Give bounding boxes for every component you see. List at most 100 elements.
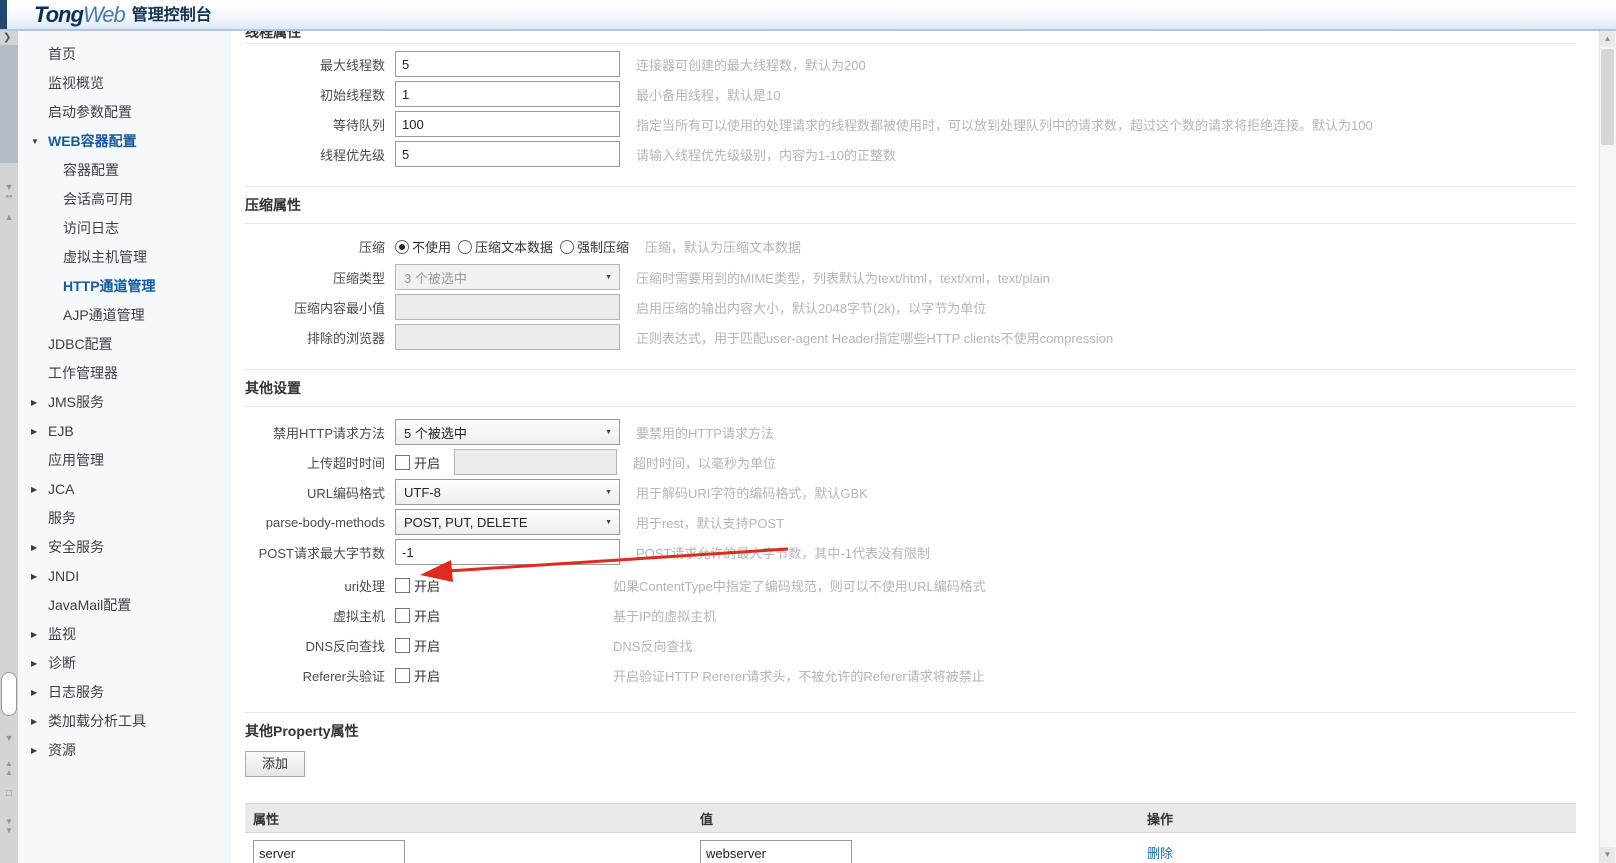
expand-panel-icon[interactable]: ❯	[3, 32, 11, 43]
restore-box-icon[interactable]: □	[0, 789, 18, 798]
other-settings-section: 禁用HTTP请求方法 5 个被选中▼ 要禁用的HTTP请求方法 上传超时时间 开…	[245, 419, 1600, 688]
splitter-handle[interactable]	[1, 672, 17, 716]
sidebar-item-web-container-config[interactable]: ▼WEB容器配置	[18, 127, 229, 156]
max-threads-input[interactable]	[395, 51, 620, 77]
sidebar-item-home[interactable]: 首页	[18, 40, 229, 69]
post-max-bytes-input[interactable]	[395, 539, 620, 565]
radio-option-force[interactable]: 强制压缩	[560, 237, 629, 256]
add-property-button[interactable]: 添加	[245, 751, 305, 777]
uri-handle-checkbox[interactable]	[395, 578, 410, 593]
sidebar-item-jca[interactable]: ▶JCA	[18, 475, 229, 504]
sidebar-item-app-mgmt[interactable]: 应用管理	[18, 446, 229, 475]
sidebar-item-javamail-config[interactable]: JavaMail配置	[18, 591, 229, 620]
sidebar-item-startup-params[interactable]: 启动参数配置	[18, 98, 229, 127]
dock-panel-icon[interactable]: ▼▪▪	[0, 183, 18, 201]
sidebar-item-container-config[interactable]: 容器配置	[18, 156, 229, 185]
checkbox-label: 开启	[414, 636, 440, 655]
field-hint: 正则表达式，用于匹配user-agent Header指定哪些HTTP clie…	[636, 328, 1113, 347]
compression-min-size-input	[395, 294, 620, 320]
checkbox-label: 开启	[414, 666, 440, 685]
parse-body-methods-select[interactable]: POST, PUT, DELETE▼	[395, 509, 620, 535]
chevron-right-icon: ▶	[31, 736, 37, 765]
double-up-icon[interactable]: ▲▲	[0, 759, 18, 777]
property-name-input[interactable]	[253, 840, 405, 863]
sidebar-item-resource[interactable]: ▶资源	[18, 736, 229, 765]
sidebar-item-http-channel-mgmt[interactable]: HTTP通道管理	[18, 272, 229, 301]
form-row-parse-body-methods: parse-body-methods POST, PUT, DELETE▼ 用于…	[245, 509, 1600, 535]
sidebar-item-jms-service[interactable]: ▶JMS服务	[18, 388, 229, 417]
checkbox-label: 开启	[414, 576, 440, 595]
field-label: 初始线程数	[245, 85, 395, 104]
dropdown-arrow-icon: ▼	[605, 274, 612, 281]
dropdown-arrow-icon: ▼	[605, 429, 612, 436]
field-hint: 启用压缩的输出内容大小，默认2048字节(2k)，以字节为单位	[636, 298, 986, 317]
form-row-dns-lookup: DNS反向查找 开启 DNS反向查找	[245, 632, 1600, 658]
sidebar-item-access-log[interactable]: 访问日志	[18, 214, 229, 243]
scrollbar-up-icon[interactable]: ▲	[1600, 31, 1615, 47]
sidebar-item-ejb[interactable]: ▶EJB	[18, 417, 229, 446]
form-row-excluded-browsers: 排除的浏览器 正则表达式，用于匹配user-agent Header指定哪些HT…	[245, 324, 1600, 350]
scroll-up-icon[interactable]: ▲	[0, 213, 18, 222]
field-hint: 最小备用线程，默认是10	[636, 85, 780, 104]
form-row-referer-check: Referer头验证 开启 开启验证HTTP Rererer请求头，不被允许的R…	[245, 662, 1600, 688]
url-encoding-select[interactable]: UTF-8▼	[395, 479, 620, 505]
logo-web: Web	[83, 2, 125, 27]
field-label: DNS反向查找	[245, 636, 395, 655]
field-hint: 超时时间，以毫秒为单位	[633, 453, 776, 472]
sidebar-item-security-service[interactable]: ▶安全服务	[18, 533, 229, 562]
sidebar-item-monitor[interactable]: ▶监视	[18, 620, 229, 649]
form-row-compression-min: 压缩内容最小值 启用压缩的输出内容大小，默认2048字节(2k)，以字节为单位	[245, 294, 1600, 320]
field-label: 禁用HTTP请求方法	[245, 423, 395, 442]
dropdown-arrow-icon: ▼	[605, 519, 612, 526]
field-hint: 压缩，默认为压缩文本数据	[645, 237, 801, 256]
chevron-right-icon: ▶	[31, 620, 37, 649]
field-hint: 开启验证HTTP Rererer请求头，不被允许的Referer请求将被禁止	[613, 666, 985, 685]
sidebar-item-work-manager[interactable]: 工作管理器	[18, 359, 229, 388]
field-label: 压缩类型	[245, 268, 395, 287]
field-hint: 连接器可创建的最大线程数，默认为200	[636, 55, 866, 74]
left-tool-strip: ❯ ▼▪▪ ▲ ▼ ▲▲ □ ▼▼	[0, 31, 18, 863]
init-threads-input[interactable]	[395, 81, 620, 107]
field-label: 压缩内容最小值	[245, 298, 395, 317]
radio-icon[interactable]	[560, 240, 574, 254]
form-row-url-encoding: URL编码格式 UTF-8▼ 用于解码URI字符的编码格式，默认GBK	[245, 479, 1600, 505]
sidebar-item-ajp-channel-mgmt[interactable]: AJP通道管理	[18, 301, 229, 330]
other-settings-section-title: 其他设置	[245, 369, 1576, 407]
scrollbar-thumb[interactable]	[1601, 49, 1614, 145]
sidebar-item-service[interactable]: 服务	[18, 504, 229, 533]
disabled-http-methods-select[interactable]: 5 个被选中▼	[395, 419, 620, 445]
chevron-right-icon: ▶	[31, 649, 37, 678]
scrollbar-down-icon[interactable]: ▼	[1600, 847, 1615, 863]
collapse-down-icon[interactable]: ▼	[0, 734, 18, 743]
property-value-input[interactable]	[700, 840, 852, 863]
radio-icon[interactable]	[458, 240, 472, 254]
sidebar-item-diagnosis[interactable]: ▶诊断	[18, 649, 229, 678]
delete-link[interactable]: 删除	[1147, 846, 1173, 861]
upload-timeout-checkbox[interactable]	[395, 455, 410, 470]
sidebar-item-monitor-overview[interactable]: 监视概览	[18, 69, 229, 98]
double-down-icon[interactable]: ▼▼	[0, 817, 18, 835]
sidebar-item-jndi[interactable]: ▶JNDI	[18, 562, 229, 591]
form-row-post-max-bytes: POST请求最大字节数 POST请求允许的最大字节数，其中-1代表没有限制	[245, 539, 1600, 565]
field-label: POST请求最大字节数	[245, 543, 395, 562]
chevron-right-icon: ▶	[31, 562, 37, 591]
column-header-action: 操作	[1147, 809, 1576, 828]
chevron-right-icon: ▶	[31, 533, 37, 562]
chevron-down-icon: ▼	[31, 127, 39, 156]
sidebar-item-classloader-tool[interactable]: ▶类加载分析工具	[18, 707, 229, 736]
vhost-checkbox[interactable]	[395, 608, 410, 623]
wait-queue-input[interactable]	[395, 111, 620, 137]
vertical-scrollbar[interactable]: ▲ ▼	[1599, 31, 1616, 863]
sidebar-item-log-service[interactable]: ▶日志服务	[18, 678, 229, 707]
radio-option-text[interactable]: 压缩文本数据	[458, 237, 553, 256]
sidebar-item-vhost-mgmt[interactable]: 虚拟主机管理	[18, 243, 229, 272]
radio-selected-icon[interactable]	[395, 240, 409, 254]
referer-check-checkbox[interactable]	[395, 668, 410, 683]
sidebar-item-session-ha[interactable]: 会话高可用	[18, 185, 229, 214]
column-header-attr: 属性	[245, 809, 700, 828]
thread-priority-input[interactable]	[395, 141, 620, 167]
sidebar-item-jdbc-config[interactable]: JDBC配置	[18, 330, 229, 359]
radio-option-none[interactable]: 不使用	[395, 237, 451, 256]
form-row-max-threads: 最大线程数 连接器可创建的最大线程数，默认为200	[245, 51, 1600, 77]
dns-lookup-checkbox[interactable]	[395, 638, 410, 653]
